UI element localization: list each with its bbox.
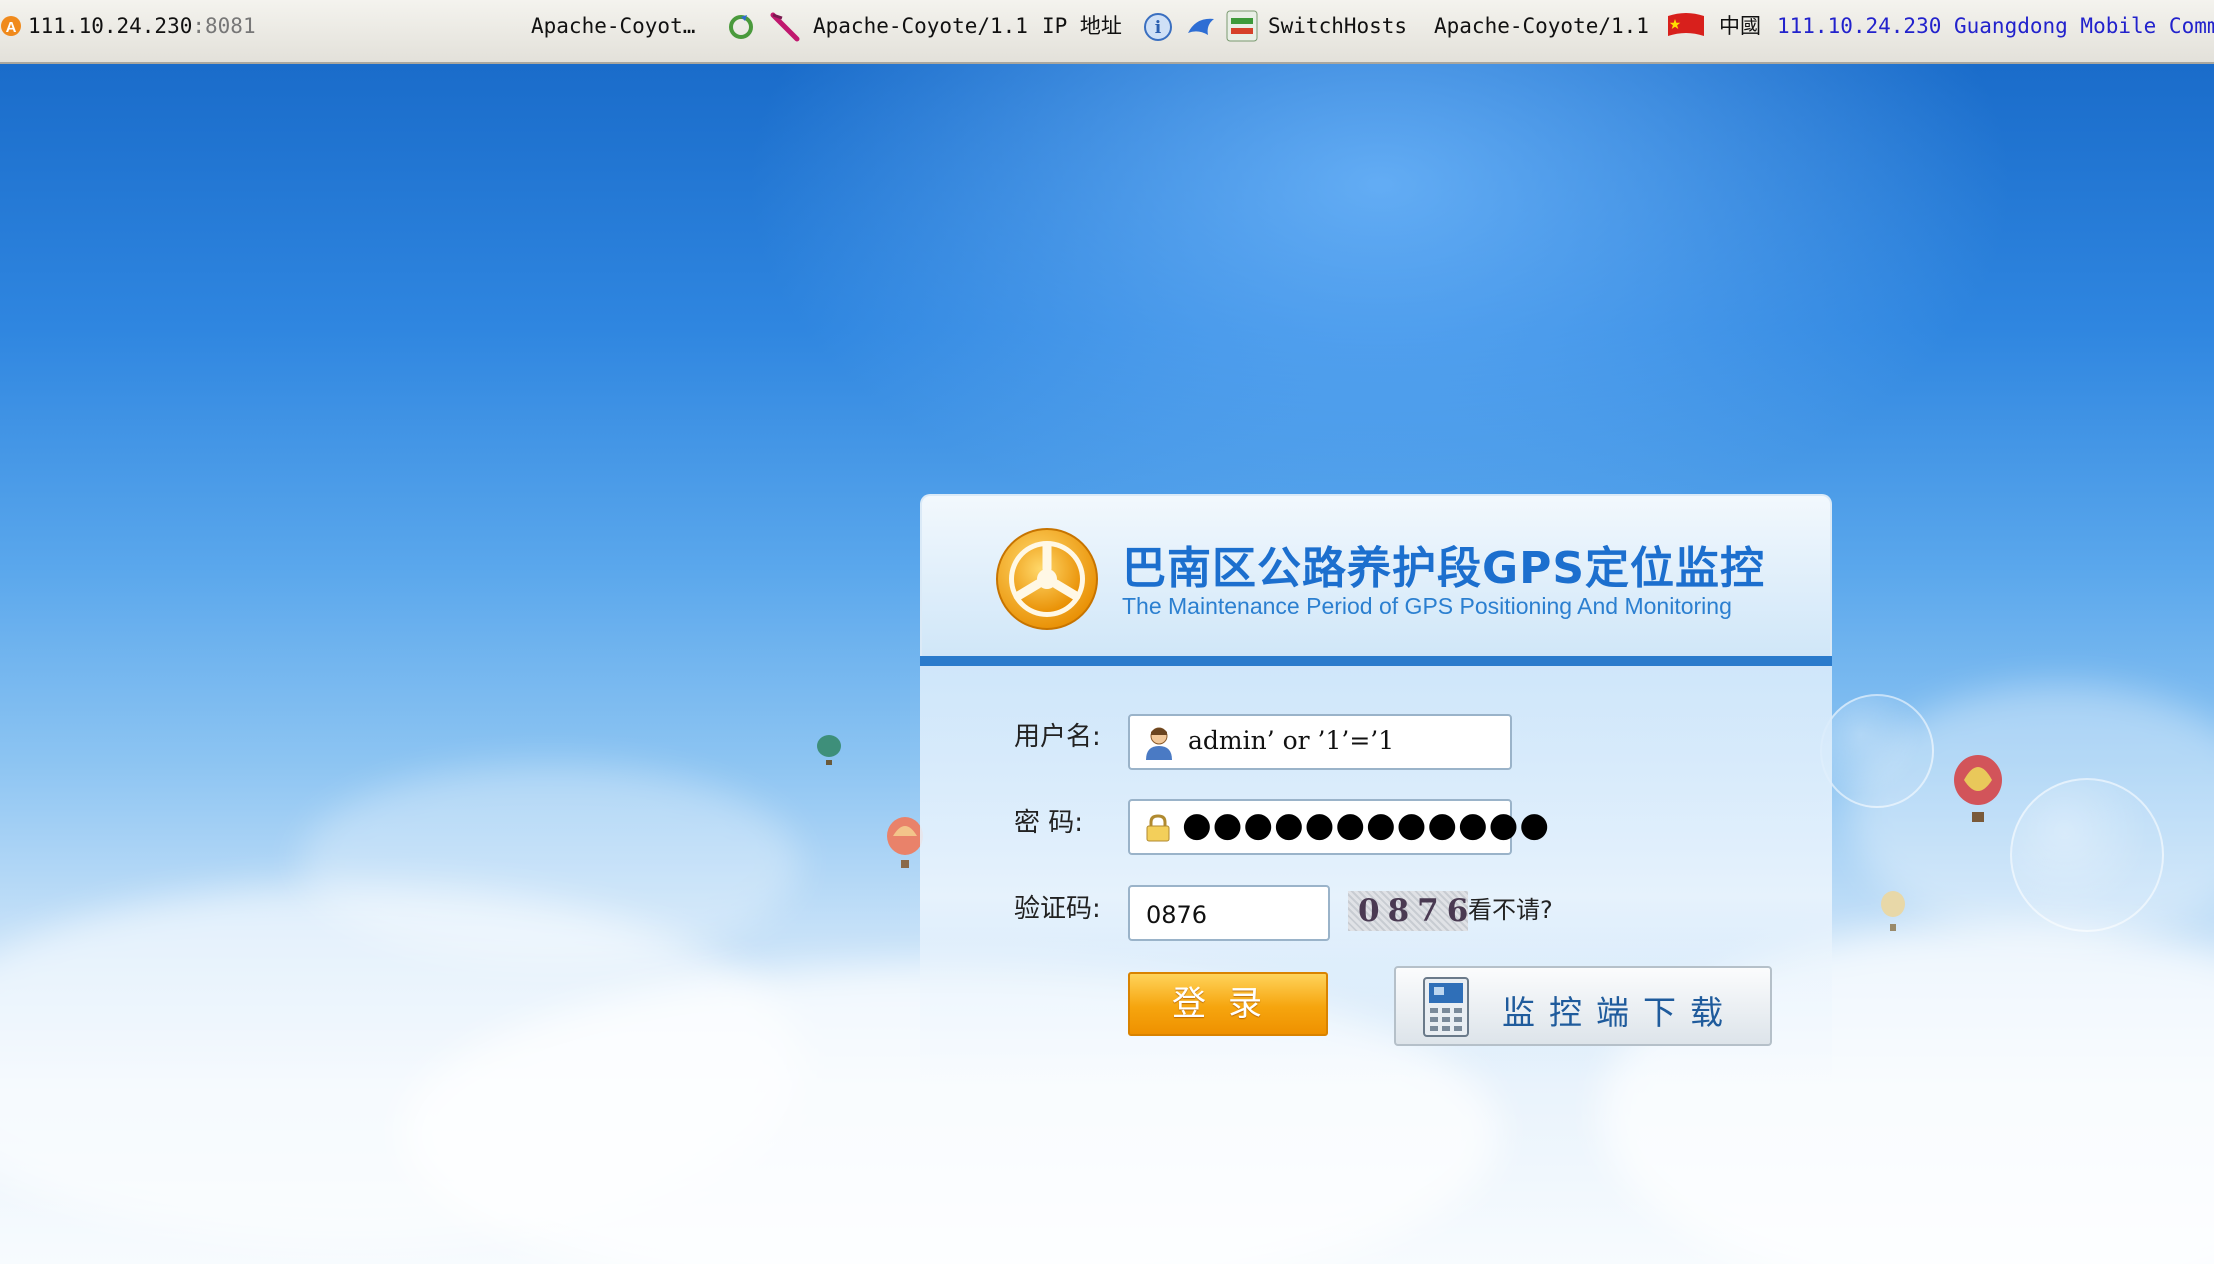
- site-favicon-icon: A: [0, 14, 22, 43]
- bird-icon[interactable]: [1186, 13, 1216, 46]
- username-label: 用户名:: [1014, 722, 1101, 752]
- info-icon[interactable]: i: [1143, 12, 1173, 47]
- svg-text:i: i: [1155, 18, 1162, 38]
- switchhosts-icon[interactable]: [1226, 10, 1258, 47]
- lock-icon: [1144, 813, 1172, 847]
- bubble-decoration: [2010, 778, 2164, 932]
- server-header-full[interactable]: Apache-Coyote/1.1: [813, 0, 1028, 52]
- refresh-icon[interactable]: [727, 13, 755, 46]
- server-header-full-2[interactable]: Apache-Coyote/1.1: [1434, 0, 1649, 52]
- captcha-input-value: 0876: [1146, 901, 1208, 929]
- monitor-download-label: 监控端下载: [1502, 993, 1737, 1032]
- browser-status-bar: A 111.10.24.230:8081 Apache-Coyot… Apach…: [0, 0, 2214, 64]
- balloon-icon: [1881, 891, 1905, 931]
- ip-label[interactable]: IP 地址: [1042, 0, 1122, 52]
- geo-info-link[interactable]: 111.10.24.230 Guangdong Mobile Commun: [1777, 0, 2214, 52]
- captcha-input[interactable]: 0876: [1128, 885, 1330, 941]
- country-label[interactable]: 中國: [1719, 0, 1761, 52]
- password-mask: ●●●●●●●●●●●●: [1182, 805, 1551, 845]
- username-value: admin’ or ’1’=’1: [1188, 726, 1395, 755]
- system-title: 巴南区公路养护段GPS定位监控: [1122, 543, 1766, 594]
- monitor-download-button[interactable]: 监控端下载: [1394, 966, 1772, 1046]
- system-subtitle: The Maintenance Period of GPS Positionin…: [1122, 593, 1732, 619]
- login-button[interactable]: 登录: [1128, 972, 1328, 1036]
- captcha-refresh-link[interactable]: 看不请?: [1468, 890, 1553, 925]
- password-label: 密 码:: [1014, 808, 1084, 838]
- bubble-decoration: [1820, 694, 1934, 808]
- feather-icon[interactable]: [770, 12, 800, 47]
- switchhosts-label[interactable]: SwitchHosts: [1268, 0, 1407, 52]
- balloon-icon: [817, 735, 841, 765]
- host-address: 111.10.24.230: [28, 14, 193, 38]
- cloud: [300, 764, 800, 964]
- steering-wheel-logo-icon: [994, 526, 1100, 636]
- captcha-label: 验证码:: [1014, 894, 1101, 924]
- monitor-client-icon: [1422, 976, 1470, 1042]
- balloon-icon: [1954, 755, 2002, 822]
- host-port: :8081: [192, 14, 256, 38]
- svg-text:A: A: [6, 19, 17, 36]
- user-icon: [1144, 726, 1174, 764]
- address-text[interactable]: 111.10.24.230:8081: [28, 0, 256, 52]
- server-header-short[interactable]: Apache-Coyot…: [531, 0, 695, 52]
- password-field[interactable]: ●●●●●●●●●●●●: [1128, 799, 1549, 855]
- china-flag-icon[interactable]: [1666, 12, 1706, 45]
- username-field[interactable]: admin’ or ’1’=’1: [1128, 714, 1512, 770]
- header-divider: [920, 656, 1832, 666]
- balloon-icon: [887, 817, 923, 868]
- captcha-image[interactable]: 0876: [1348, 891, 1468, 931]
